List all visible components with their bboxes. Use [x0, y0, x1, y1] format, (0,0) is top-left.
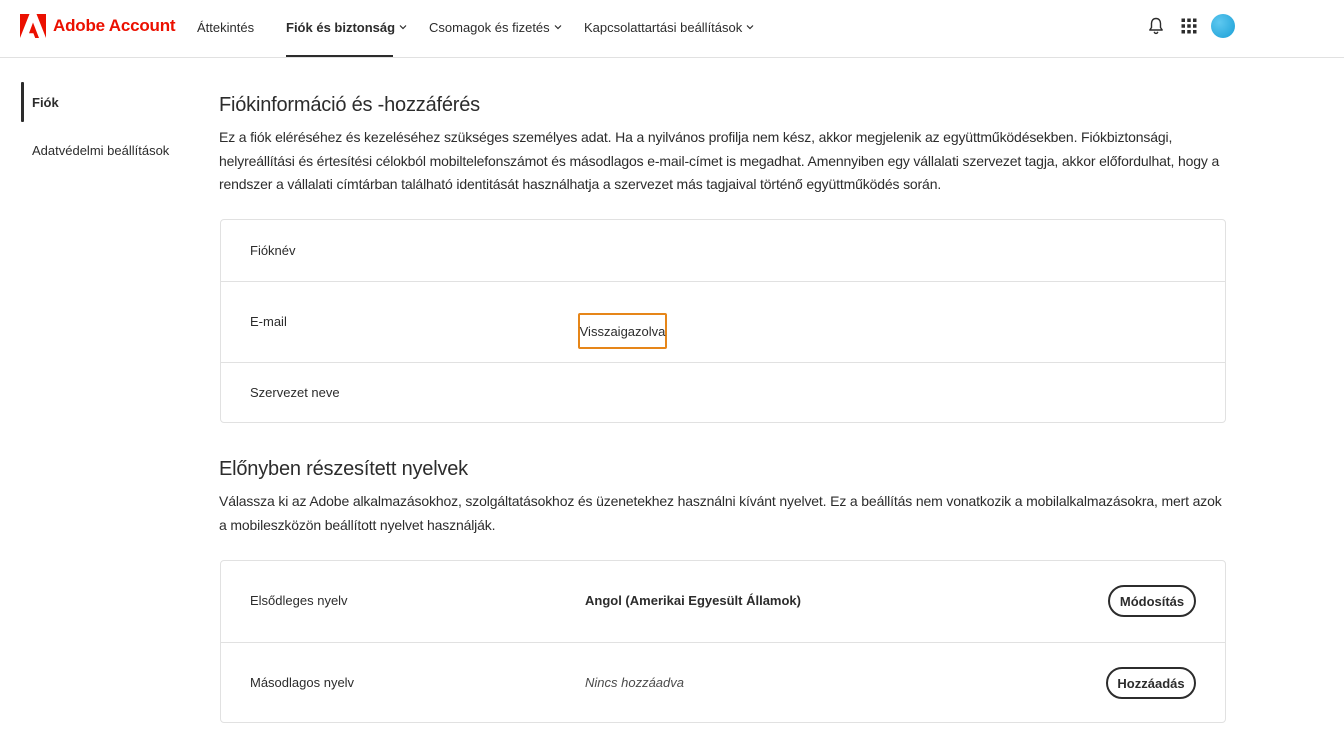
top-navigation-bar: Adobe Account Áttekintés Fiók és biztons… [0, 0, 1344, 58]
adobe-logo-icon [20, 14, 46, 38]
secondary-language-value: Nincs hozzáadva [585, 675, 684, 690]
email-row: E-mail Visszaigazolva [221, 281, 1225, 362]
avatar[interactable] [1211, 14, 1235, 38]
primary-language-row: Elsődleges nyelv Angol (Amerikai Egyesül… [221, 561, 1225, 642]
language-section-description: Válassza ki az Adobe alkalmazásokhoz, sz… [219, 493, 1222, 533]
add-secondary-language-button[interactable]: Hozzáadás [1106, 667, 1196, 699]
account-section-description: Ez a fiók eléréséhez és kezeléséhez szük… [219, 129, 1220, 192]
nav-tab-label: Áttekintés [197, 19, 255, 35]
brand-name: Adobe Account [53, 16, 176, 35]
nav-tab-plans-payment[interactable]: Csomagok és fizetés [429, 18, 562, 36]
bell-icon [1149, 17, 1163, 35]
secondary-language-row: Másodlagos nyelv Nincs hozzáadva Hozzáad… [221, 642, 1225, 723]
modify-primary-language-button[interactable]: Módosítás [1108, 585, 1196, 617]
nav-tab-label: Csomagok és fizetés [429, 19, 550, 35]
apps-button[interactable] [1179, 15, 1199, 37]
chevron-down-icon [554, 25, 562, 30]
chevron-down-icon [399, 25, 407, 30]
primary-language-value: Angol (Amerikai Egyesült Államok) [585, 593, 801, 608]
account-info-card: Fióknév E-mail Visszaigazolva Szervezet … [220, 219, 1226, 423]
nav-tab-communication-preferences[interactable]: Kapcsolattartási beállítások [584, 18, 754, 36]
row-label: Elsődleges nyelv [250, 593, 348, 608]
account-section-title: Fiókinformáció és -hozzáférés [219, 94, 480, 116]
language-section-title: Előnyben részesített nyelvek [219, 458, 468, 480]
adobe-logo[interactable]: Adobe Account [20, 14, 176, 38]
row-label: Szervezet neve [250, 385, 340, 400]
nav-tab-label: Kapcsolattartási beállítások [584, 19, 743, 35]
sidebar-item-account[interactable]: Fiók [32, 95, 59, 110]
sidebar-active-indicator [21, 82, 24, 122]
nav-tab-label: Fiók és biztonság [286, 19, 396, 35]
email-verified-status: Visszaigazolva [578, 313, 667, 349]
account-name-row: Fióknév [221, 220, 1225, 281]
nav-tab-overview[interactable]: Áttekintés [197, 18, 254, 36]
row-label: Fióknév [250, 243, 296, 258]
nav-tab-account-security[interactable]: Fiók és biztonság [286, 18, 407, 36]
notifications-button[interactable] [1146, 15, 1166, 37]
apps-grid-icon [1181, 18, 1197, 34]
row-label: E-mail [250, 314, 287, 329]
sidebar-item-privacy-settings[interactable]: Adatvédelmi beállítások [32, 143, 169, 158]
chevron-down-icon [746, 25, 754, 30]
active-tab-indicator [286, 55, 393, 57]
organization-name-row: Szervezet neve [221, 362, 1225, 423]
language-card: Elsődleges nyelv Angol (Amerikai Egyesül… [220, 560, 1226, 723]
row-label: Másodlagos nyelv [250, 675, 355, 690]
